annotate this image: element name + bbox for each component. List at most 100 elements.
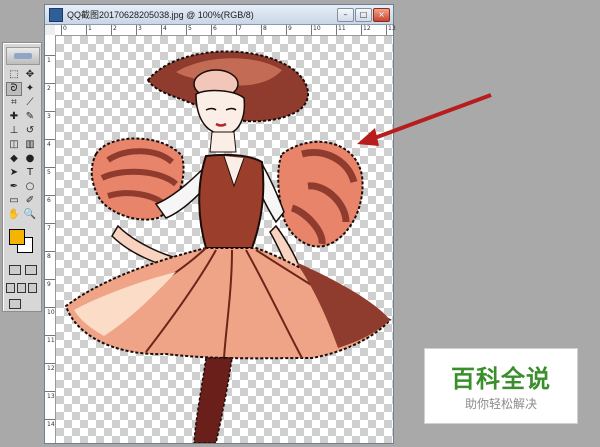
- ruler-number: 2: [47, 85, 51, 92]
- ruler-tick: [45, 167, 55, 168]
- baike-watermark: 百科全说 助你轻松解决: [424, 348, 578, 424]
- crop-tool-icon[interactable]: ⌗: [7, 97, 21, 109]
- ruler-tick: [86, 25, 87, 35]
- watermark-title: 百科全说: [451, 365, 551, 393]
- maximize-button[interactable]: □: [355, 8, 372, 22]
- path-selection-tool-icon[interactable]: ➤: [7, 167, 21, 179]
- image-canvas[interactable]: [56, 36, 393, 443]
- ruler-number: 8: [47, 253, 51, 260]
- ruler-number: 14: [47, 421, 55, 428]
- ruler-number: 13: [388, 25, 396, 32]
- ruler-number: 2: [113, 25, 117, 32]
- ruler-tick: [186, 25, 187, 35]
- ruler-number: 6: [213, 25, 217, 32]
- ruler-tick: [45, 391, 55, 392]
- zoom-tool-icon[interactable]: 🔍: [23, 209, 37, 221]
- ruler-tick: [45, 419, 55, 420]
- foreground-color-swatch[interactable]: [9, 229, 25, 245]
- ruler-number: 12: [363, 25, 371, 32]
- ruler-tick: [45, 55, 55, 56]
- notes-tool-icon[interactable]: ▭: [7, 195, 21, 207]
- ruler-number: 1: [47, 57, 51, 64]
- ruler-tick: [211, 25, 212, 35]
- ruler-tick: [45, 223, 55, 224]
- lasso-tool-icon[interactable]: ᘐ: [6, 82, 22, 96]
- ruler-tick: [45, 335, 55, 336]
- quick-mask-mode-icon[interactable]: [25, 265, 37, 275]
- ruler-number: 5: [47, 169, 51, 176]
- clone-stamp-tool-icon[interactable]: ⊥: [7, 125, 21, 137]
- ruler-tick: [361, 25, 362, 35]
- tools-palette: ⬚ ✥ ᘐ ✦ ⌗ ⟋ ✚ ✎ ⊥ ↺ ◫ ▥ ◆ ● ➤ T ✒ ○ ▭ ✐ ✋ 🔍: [2, 42, 42, 312]
- close-button[interactable]: ×: [373, 8, 390, 22]
- gradient-tool-icon[interactable]: ▥: [23, 139, 37, 151]
- ruler-tick: [45, 195, 55, 196]
- standard-mode-icon[interactable]: [9, 265, 21, 275]
- horizontal-ruler[interactable]: 0 1 2 3 4 5 6 7 8 9 10 11 12 13: [55, 25, 396, 36]
- ruler-number: 11: [47, 337, 55, 344]
- minimize-button[interactable]: –: [337, 8, 354, 22]
- ruler-number: 5: [188, 25, 192, 32]
- hand-tool-icon[interactable]: ✋: [7, 209, 21, 221]
- ruler-tick: [45, 139, 55, 140]
- jump-to-imageready-icon[interactable]: [9, 299, 21, 309]
- ruler-tick: [61, 25, 62, 35]
- ruler-tick: [45, 279, 55, 280]
- vertical-ruler[interactable]: 1 2 3 4 5 6 7 8 9 10 11 12 13 14: [45, 35, 56, 443]
- ruler-number: 6: [47, 197, 51, 204]
- type-tool-icon[interactable]: T: [23, 167, 37, 179]
- screen-mode-full-icon[interactable]: [28, 283, 37, 293]
- screen-mode-menu-icon[interactable]: [17, 283, 26, 293]
- pen-tool-icon[interactable]: ✒: [7, 181, 21, 193]
- ruler-tick: [336, 25, 337, 35]
- ruler-tick: [161, 25, 162, 35]
- document-window: QQ截图20170628205038.jpg @ 100%(RGB/8) – □…: [44, 4, 396, 444]
- photoshop-document-icon: [49, 8, 63, 22]
- ruler-tick: [136, 25, 137, 35]
- ruler-tick: [45, 307, 55, 308]
- ruler-tick: [45, 83, 55, 84]
- ruler-tick: [386, 25, 387, 35]
- magic-wand-tool-icon[interactable]: ✦: [23, 83, 37, 95]
- ruler-tick: [311, 25, 312, 35]
- ruler-number: 3: [47, 113, 51, 120]
- annotation-arrow-icon: [357, 93, 492, 146]
- ruler-number: 8: [263, 25, 267, 32]
- ruler-tick: [111, 25, 112, 35]
- slice-tool-icon[interactable]: ⟋: [23, 97, 37, 109]
- document-title: QQ截图20170628205038.jpg @ 100%(RGB/8): [67, 10, 254, 20]
- ruler-number: 10: [47, 309, 55, 316]
- blur-tool-icon[interactable]: ◆: [7, 153, 21, 165]
- screen-mode-standard-icon[interactable]: [6, 283, 15, 293]
- ruler-number: 11: [338, 25, 346, 32]
- ruler-number: 12: [47, 365, 55, 372]
- healing-brush-tool-icon[interactable]: ✚: [7, 111, 21, 123]
- ruler-tick: [45, 251, 55, 252]
- brush-tool-icon[interactable]: ✎: [23, 111, 37, 123]
- ruler-number: 4: [163, 25, 167, 32]
- marquee-tool-icon[interactable]: ⬚: [7, 69, 21, 81]
- history-brush-tool-icon[interactable]: ↺: [23, 125, 37, 137]
- eyedropper-tool-icon[interactable]: ✐: [23, 195, 37, 207]
- eraser-tool-icon[interactable]: ◫: [7, 139, 21, 151]
- ruler-number: 10: [313, 25, 321, 32]
- ruler-tick: [261, 25, 262, 35]
- watermark-subtitle: 助你轻松解决: [464, 397, 537, 411]
- illustration-dancing-woman: [64, 50, 392, 443]
- ruler-number: 9: [288, 25, 292, 32]
- ruler-number: 9: [47, 281, 51, 288]
- document-titlebar[interactable]: QQ截图20170628205038.jpg @ 100%(RGB/8) – □…: [45, 5, 393, 25]
- ruler-number: 1: [88, 25, 92, 32]
- ruler-number: 7: [238, 25, 242, 32]
- ruler-tick: [45, 111, 55, 112]
- move-tool-icon[interactable]: ✥: [23, 69, 37, 81]
- palette-logo-icon: [6, 47, 40, 65]
- shape-tool-icon[interactable]: ○: [23, 181, 37, 193]
- dodge-tool-icon[interactable]: ●: [23, 153, 37, 165]
- ruler-tick: [236, 25, 237, 35]
- ruler-number: 13: [47, 393, 55, 400]
- ruler-number: 4: [47, 141, 51, 148]
- ruler-number: 3: [138, 25, 142, 32]
- ruler-number: 7: [47, 225, 51, 232]
- ruler-number: 0: [63, 25, 67, 32]
